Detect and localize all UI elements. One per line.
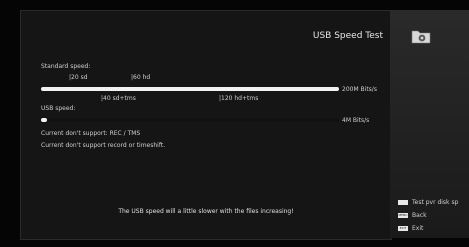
legend-back-label: Back <box>412 212 427 219</box>
usb-speed-label: USB speed: <box>41 105 76 112</box>
standard-speed-bar-fill <box>41 87 339 91</box>
menu-key-icon: MENU <box>398 213 408 218</box>
standard-speed-label: Standard speed: <box>41 63 91 70</box>
usb-speed-bar <box>41 118 339 122</box>
usb-speed-value: 4M Bits/s <box>342 117 370 124</box>
legend-exit[interactable]: EXIT Exit <box>398 225 423 232</box>
legend-exit-label: Exit <box>412 225 424 232</box>
marker-20-sd: |20 sd <box>69 74 88 81</box>
exit-key-icon: EXIT <box>398 226 408 231</box>
page-title: USB Speed Test <box>312 31 383 41</box>
standard-speed-bar <box>41 87 339 91</box>
message-rec-tms: Current don't support: REC / TMS <box>41 130 141 137</box>
marker-60-hd: |60 hd <box>131 74 151 81</box>
white-key-icon <box>398 200 408 205</box>
usb-speed-test-panel: USB Speed Test Standard speed: |20 sd |6… <box>20 10 392 240</box>
standard-speed-value: 200M Bits/s <box>342 86 377 93</box>
marker-120-hd-tms: |120 hd+tms <box>219 95 259 102</box>
legend-test-pvr-disk-label: Test pvr disk sp <box>412 199 459 206</box>
folder-icon <box>411 30 431 44</box>
footer-note: The USB speed will a little slower with … <box>118 208 294 215</box>
sidebar: Test pvr disk sp MENU Back EXIT Exit <box>390 10 469 238</box>
legend-test-pvr-disk[interactable]: Test pvr disk sp <box>398 199 458 206</box>
usb-speed-bar-fill <box>41 118 47 122</box>
legend-back[interactable]: MENU Back <box>398 212 427 219</box>
marker-40-sd-tms: |40 sd+tms <box>101 95 136 102</box>
message-record-timeshift: Current don't support record or timeshif… <box>41 142 166 149</box>
